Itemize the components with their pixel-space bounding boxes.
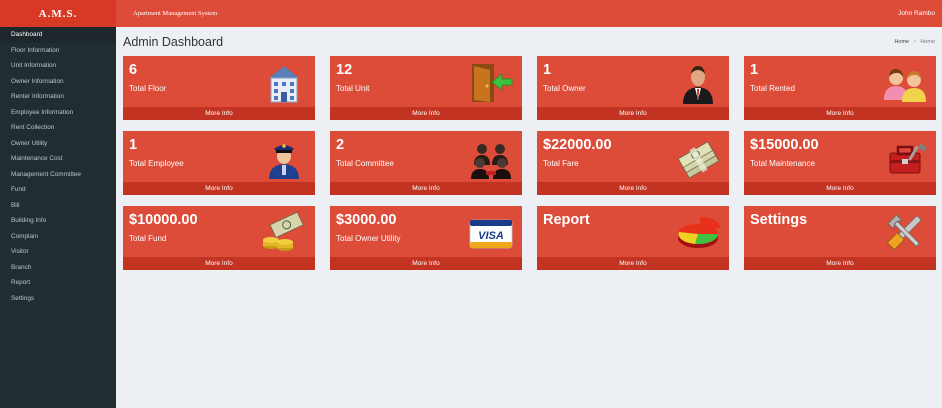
user-menu[interactable]: John Rambo	[898, 10, 935, 17]
sidebar-item-renter-information[interactable]: Renter Information	[0, 89, 116, 105]
users-icon	[882, 60, 928, 104]
sidebar-item-management-committee[interactable]: Management Committee	[0, 167, 116, 183]
more-info-link[interactable]: More Info	[537, 182, 729, 195]
tile-total-rented: 1 Total Rented More Info	[744, 56, 936, 120]
sidebar-item-employee-information[interactable]: Employee Information	[0, 105, 116, 121]
tile-label: Total Unit	[336, 84, 370, 93]
more-info-link[interactable]: More Info	[123, 257, 315, 270]
more-info-link[interactable]: More Info	[123, 182, 315, 195]
money-stack-icon	[675, 135, 721, 179]
app-logo[interactable]: A.M.S.	[0, 0, 116, 27]
tile-label: Total Committee	[336, 159, 394, 168]
tile-settings: Settings More Info	[744, 206, 936, 270]
more-info-link[interactable]: More Info	[330, 182, 522, 195]
tile-total-employee: 1 Total Employee More Info	[123, 131, 315, 195]
sidebar-menu: Dashboard Floor Information Unit Informa…	[0, 27, 116, 306]
police-officer-icon	[261, 135, 307, 179]
tile-value: 2	[336, 137, 345, 153]
tile-label: Total Owner	[543, 84, 586, 93]
tile-total-owner-utility: $3000.00 Total Owner Utility VISA More I…	[330, 206, 522, 270]
tile-value: 1	[750, 62, 759, 78]
more-info-link[interactable]: More Info	[744, 182, 936, 195]
sidebar-item-complain[interactable]: Complain	[0, 229, 116, 245]
sidebar-item-maintenance-cost[interactable]: Maintenance Cost	[0, 151, 116, 167]
more-info-link[interactable]: More Info	[330, 257, 522, 270]
visa-card-icon: VISA	[468, 210, 514, 254]
tile-value: 1	[543, 62, 552, 78]
tile-label: Total Fund	[129, 234, 167, 243]
sidebar-item-branch[interactable]: Branch	[0, 260, 116, 276]
tile-label: Total Floor	[129, 84, 167, 93]
breadcrumb-home-link[interactable]: Home	[894, 39, 909, 45]
tile-total-maintenance: $15000.00 Total Maintenance More Info	[744, 131, 936, 195]
tile-total-fund: $10000.00 Total Fund More Info	[123, 206, 315, 270]
dashboard-tiles: 6 Total Floor More Info 12 Total Unit Mo…	[123, 56, 936, 270]
tile-value: 1	[129, 137, 138, 153]
tile-label: Total Rented	[750, 84, 795, 93]
tile-total-floor: 6 Total Floor More Info	[123, 56, 315, 120]
breadcrumb: Home > Home	[894, 39, 935, 45]
tile-value: Settings	[750, 212, 808, 228]
content-header: Admin Dashboard Home > Home	[123, 27, 935, 56]
more-info-link[interactable]: More Info	[123, 107, 315, 120]
sidebar: A.M.S. Dashboard Floor Information Unit …	[0, 0, 116, 408]
more-info-link[interactable]: More Info	[537, 107, 729, 120]
tile-total-fare: $22000.00 Total Fare More Info	[537, 131, 729, 195]
svg-text:VISA: VISA	[478, 230, 504, 242]
more-info-link[interactable]: More Info	[744, 257, 936, 270]
tile-report: Report More Info	[537, 206, 729, 270]
sidebar-item-owner-information[interactable]: Owner Information	[0, 74, 116, 90]
sidebar-item-unit-information[interactable]: Unit Information	[0, 58, 116, 74]
main-content: Admin Dashboard Home > Home 6 Total Floo…	[116, 27, 942, 408]
breadcrumb-separator: >	[913, 38, 917, 45]
sidebar-item-rent-collection[interactable]: Rent Collection	[0, 120, 116, 136]
tile-label: Total Fare	[543, 159, 579, 168]
sidebar-item-fund[interactable]: Fund	[0, 182, 116, 198]
tools-icon	[882, 210, 928, 254]
tile-total-owner: 1 Total Owner More Info	[537, 56, 729, 120]
page-title: Admin Dashboard	[123, 34, 224, 49]
sidebar-item-floor-information[interactable]: Floor Information	[0, 43, 116, 59]
system-name: Apartment Management System	[133, 10, 218, 17]
sidebar-item-bill[interactable]: Bill	[0, 198, 116, 214]
building-icon	[261, 60, 307, 104]
tile-label: Total Employee	[129, 159, 184, 168]
tile-value: Report	[543, 212, 590, 228]
coins-cash-icon	[261, 210, 307, 254]
tile-label: Total Owner Utility	[336, 234, 401, 243]
meeting-icon	[468, 135, 514, 179]
breadcrumb-current: Home	[920, 38, 935, 45]
tile-value: 6	[129, 62, 138, 78]
sidebar-item-report[interactable]: Report	[0, 275, 116, 291]
sidebar-item-settings[interactable]: Settings	[0, 291, 116, 307]
door-icon	[468, 60, 514, 104]
sidebar-item-visitor[interactable]: Visitor	[0, 244, 116, 260]
tile-label: Total Maintenance	[750, 159, 815, 168]
sidebar-item-owner-utility[interactable]: Owner Utility	[0, 136, 116, 152]
tile-value: 12	[336, 62, 353, 78]
sidebar-item-building-info[interactable]: Building Info	[0, 213, 116, 229]
tile-total-committee: 2 Total Committee More Info	[330, 131, 522, 195]
tile-value: $3000.00	[336, 212, 397, 228]
more-info-link[interactable]: More Info	[537, 257, 729, 270]
tile-value: $10000.00	[129, 212, 198, 228]
tile-total-unit: 12 Total Unit More Info	[330, 56, 522, 120]
more-info-link[interactable]: More Info	[330, 107, 522, 120]
tile-value: $22000.00	[543, 137, 612, 153]
businessman-icon	[675, 60, 721, 104]
toolbox-icon	[882, 135, 928, 179]
more-info-link[interactable]: More Info	[744, 107, 936, 120]
tile-value: $15000.00	[750, 137, 819, 153]
pie-chart-icon	[675, 210, 721, 254]
top-navbar: Apartment Management System John Rambo	[116, 0, 942, 27]
sidebar-item-dashboard[interactable]: Dashboard	[0, 27, 116, 43]
